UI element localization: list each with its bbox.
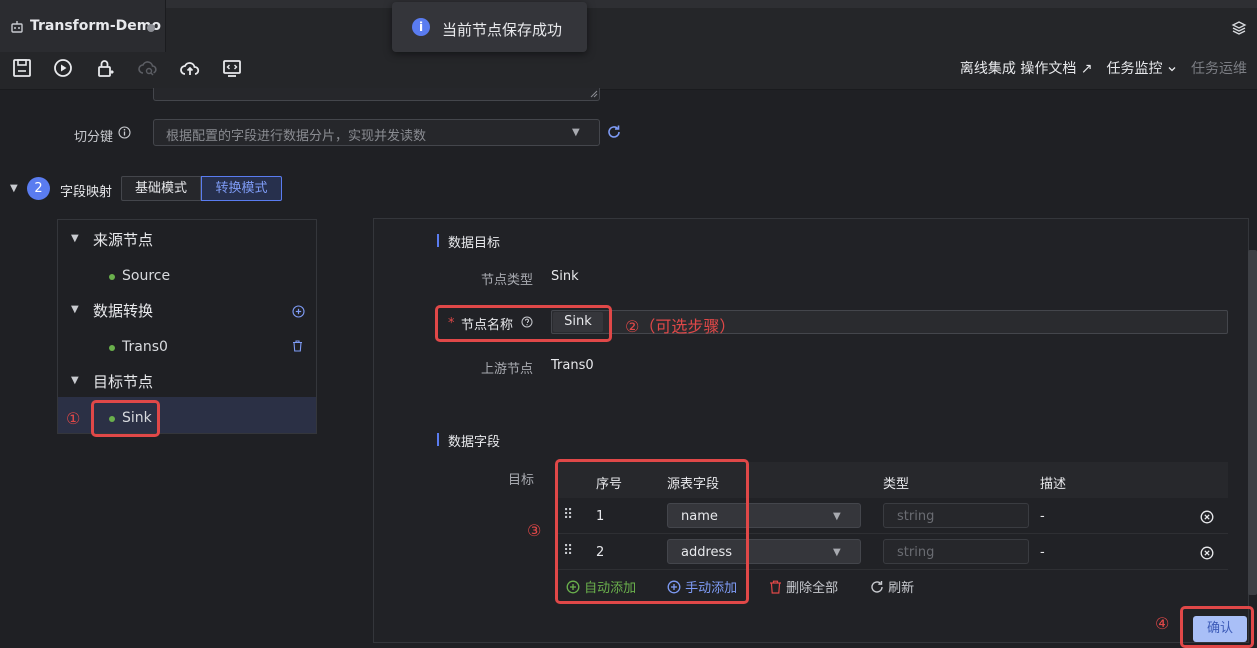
section-bar (437, 433, 439, 446)
split-key-placeholder: 根据配置的字段进行数据分片，实现并发读数 (166, 129, 427, 144)
upstream-value: Trans0 (551, 358, 594, 373)
tree-group-transform[interactable]: 数据转换 (93, 300, 153, 321)
config-textarea[interactable] (153, 88, 600, 101)
offline-integration-link[interactable]: 离线集成 操作文档 ↗ (960, 58, 1093, 78)
success-toast: i 当前节点保存成功 (392, 2, 587, 52)
caret-down-icon: ▼ (572, 127, 580, 138)
annotation-box-4 (1180, 606, 1254, 648)
annotation-box-3 (555, 459, 749, 604)
annotation-4: ④ (1155, 614, 1170, 633)
split-key-label: 切分键 (74, 130, 114, 145)
lock-icon[interactable] (94, 57, 116, 79)
status-dot (109, 345, 115, 351)
caret-down-icon: ▼ (833, 511, 841, 522)
row-desc: - (1040, 545, 1045, 560)
refresh-button[interactable]: 刷新 (870, 577, 914, 596)
section-title: 字段映射 (60, 185, 113, 200)
tree-node-trans0[interactable]: Trans0 (122, 339, 168, 355)
task-ops-link[interactable]: 任务运维 (1191, 58, 1247, 78)
col-type: 类型 (883, 477, 910, 492)
resize-handle-icon[interactable] (590, 90, 598, 101)
tree-node-source[interactable]: Source (122, 268, 170, 284)
caret-down-icon: ▼ (833, 547, 841, 558)
remove-row-icon[interactable] (1200, 510, 1214, 524)
refresh-icon (871, 581, 883, 593)
tab-title: Transform-Demo (30, 18, 161, 34)
mode-transform-button[interactable]: 转换模式 (201, 176, 282, 201)
tree-caret-icon[interactable]: ▼ (71, 375, 79, 386)
tree-caret-icon[interactable]: ▼ (71, 233, 79, 244)
robot-icon (10, 20, 24, 34)
trash-icon[interactable] (292, 340, 303, 352)
tree-caret-icon[interactable]: ▼ (71, 304, 79, 315)
info-icon[interactable] (118, 126, 131, 139)
section-bar (437, 234, 439, 247)
collapse-caret-icon[interactable]: ▼ (10, 183, 18, 194)
add-circle-icon[interactable] (292, 305, 305, 318)
toast-message: 当前节点保存成功 (442, 21, 563, 39)
remove-row-icon[interactable] (1200, 546, 1214, 560)
save-icon[interactable] (11, 57, 33, 79)
trash-icon (770, 580, 781, 594)
nav-links: 离线集成 操作文档 ↗ 任务监控 任务运维 (960, 58, 1257, 78)
unsaved-dot (147, 24, 155, 32)
node-type-value: Sink (551, 269, 579, 284)
col-desc: 描述 (1040, 477, 1067, 492)
target-label: 目标 (508, 473, 535, 488)
target-section-title: 数据目标 (448, 236, 501, 251)
cloud-upload-icon[interactable] (179, 57, 201, 79)
tree-group-target[interactable]: 目标节点 (93, 371, 153, 392)
row-desc: - (1040, 509, 1045, 524)
annotation-box-2 (435, 305, 612, 342)
task-monitor-menu[interactable]: 任务监控 (1107, 58, 1177, 78)
status-dot (109, 274, 115, 280)
scrollbar[interactable] (1248, 250, 1257, 595)
step-number-badge: 2 (27, 177, 50, 200)
annotation-box-1 (91, 400, 160, 437)
node-type-label: 节点类型 (481, 273, 534, 288)
type-placeholder: string (897, 545, 935, 560)
tab-strip-background (166, 0, 1257, 8)
annotation-2: ②（可选步骤） (625, 317, 736, 336)
info-icon: i (412, 18, 430, 36)
mode-basic-button[interactable]: 基础模式 (121, 176, 201, 201)
annotation-3: ③ (527, 521, 542, 540)
run-icon[interactable] (52, 57, 74, 79)
delete-all-button[interactable]: 删除全部 (769, 577, 838, 596)
type-placeholder: string (897, 509, 935, 524)
refresh-icon[interactable] (606, 124, 622, 140)
fields-section-title: 数据字段 (448, 435, 501, 450)
cloud-search-icon (137, 57, 159, 79)
code-icon[interactable] (221, 57, 243, 79)
tree-group-source[interactable]: 来源节点 (93, 229, 153, 250)
upstream-label: 上游节点 (481, 362, 534, 377)
annotation-1: ① (66, 409, 81, 428)
chevron-down-icon (1168, 67, 1176, 72)
layers-icon[interactable] (1231, 20, 1247, 36)
